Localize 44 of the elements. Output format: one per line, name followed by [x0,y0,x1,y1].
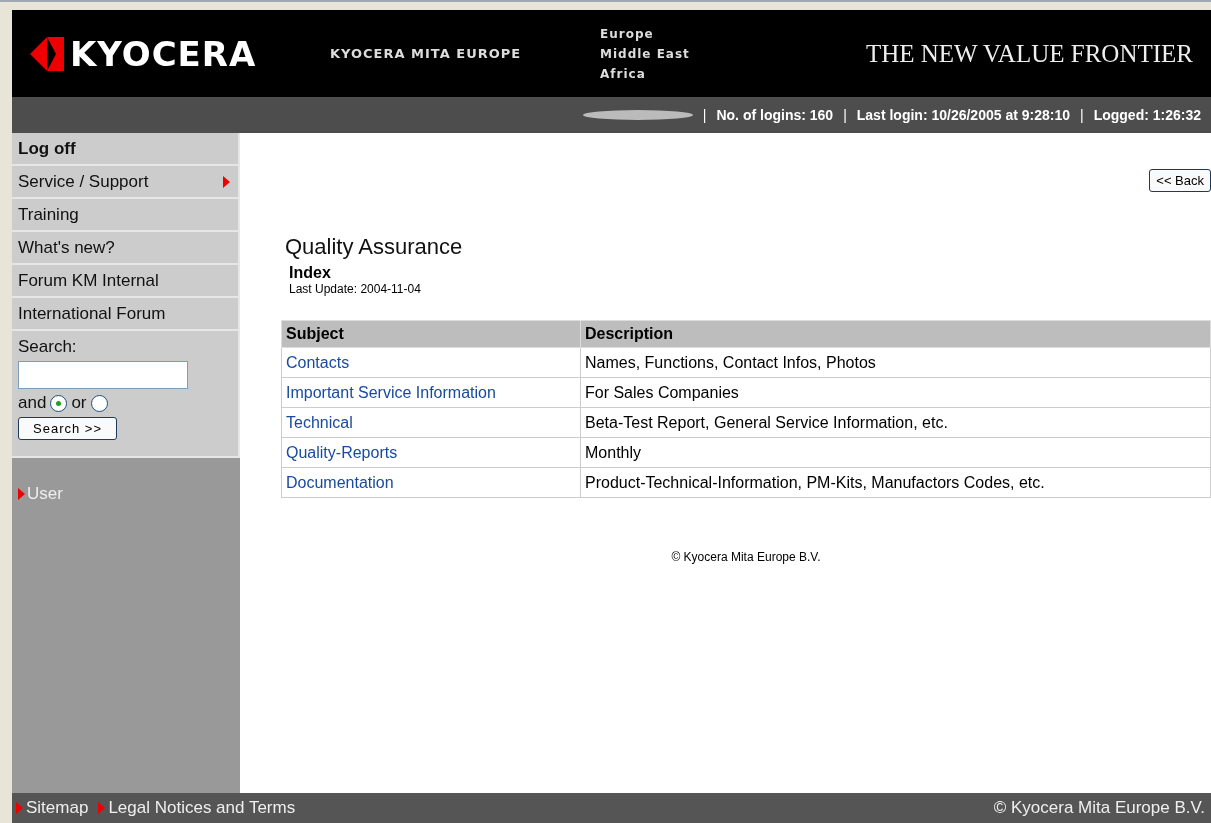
separator: | [1080,107,1084,123]
status-text: Last login: 10/26/2005 at 9:28:10 [856,107,1070,123]
table-cell: Beta-Test Report, General Service Information, etc. [580,407,1211,438]
table-cell: Product-Technical-Information, PM-Kits, Manufactors Codes, etc. [580,467,1211,498]
footer-copyright: © Kyocera Mita Europe B.V. [993,798,1205,818]
page-subtitle: Index [289,264,331,282]
radio-button[interactable] [90,394,108,412]
column-header: Subject [281,320,581,348]
page-title: Quality Assurance [285,234,463,260]
footer-link[interactable]: Legal Notices and Terms [98,798,296,818]
region-label: Middle East [600,45,690,63]
last-update: Last Update: 2004-11-04 [289,282,421,296]
separator: | [843,107,847,123]
company-name: KYOCERA MITA EUROPE [330,46,523,61]
menu-item[interactable]: Forum KM Internal [12,265,240,298]
radio-label: or [71,393,87,413]
footer-link[interactable]: Sitemap [16,798,89,818]
menu-item[interactable]: Training [12,199,240,232]
menu-item[interactable]: International Forum [12,298,240,331]
slogan: THE NEW VALUE FRONTIER [865,39,1193,68]
search-button[interactable]: Search >> [18,417,117,440]
search-field[interactable] [18,361,188,389]
logo-text: KYOCERA [70,33,257,74]
radio-button[interactable] [50,394,68,412]
logo-icon [30,36,64,71]
status-text: No. of logins: 160 [716,107,834,123]
menu-item[interactable]: Service / Support [12,166,240,199]
status-text: Logged: 1:26:32 [1093,107,1201,123]
back-button[interactable]: << Back [1149,169,1211,192]
arrow-icon [223,175,230,188]
subject-link[interactable]: Technical [286,413,353,431]
radio-label: and [18,393,47,413]
table-cell: Monthly [580,437,1211,468]
separator: | [702,107,707,123]
menu-item[interactable]: What's new? [12,232,240,265]
copyright: © Kyocera Mita Europe B.V. [671,550,821,564]
menu-item[interactable]: Log off [12,133,240,166]
table-cell: Names, Functions, Contact Infos, Photos [580,347,1211,378]
search-label: Search: [18,337,78,357]
region-label: Europe [600,25,655,43]
table-cell: For Sales Companies [580,377,1211,408]
region-label: Africa [600,65,647,83]
column-header: Description [580,320,1211,348]
subject-link[interactable]: Contacts [286,353,350,371]
